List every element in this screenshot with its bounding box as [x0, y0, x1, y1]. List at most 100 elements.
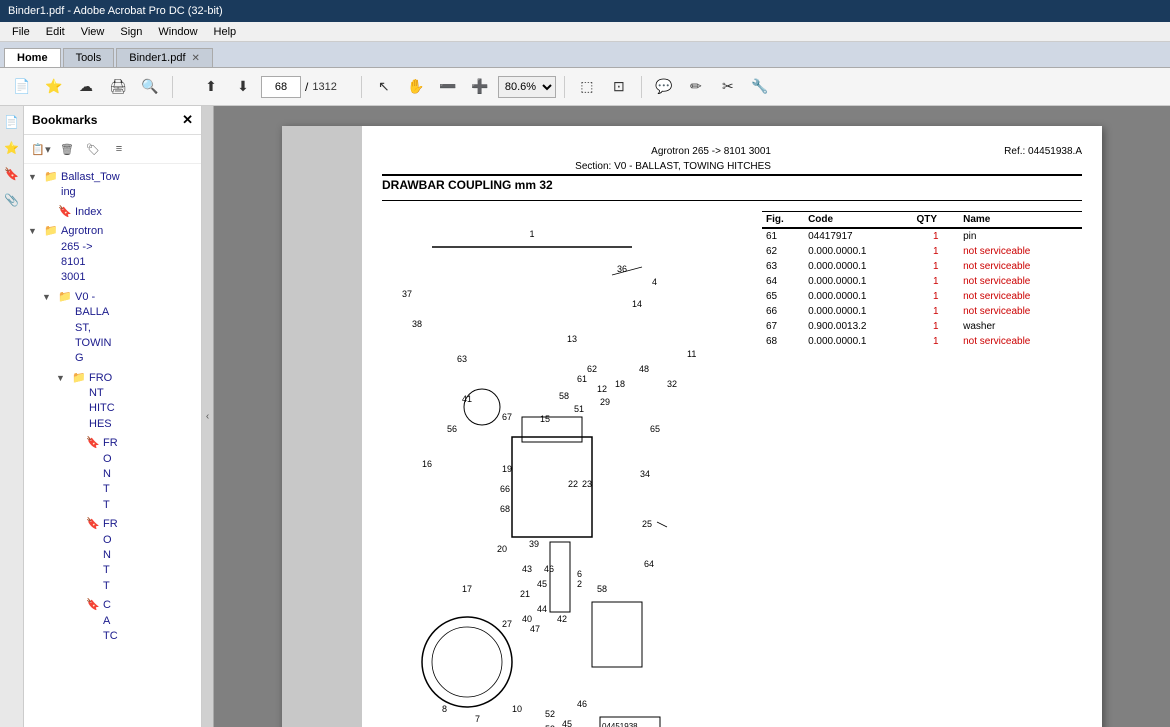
fit-page-button[interactable]: ⊡	[605, 74, 633, 100]
svg-text:20: 20	[497, 544, 507, 554]
folder-icon-agrotron: 📁	[44, 224, 58, 239]
panel-icon-4[interactable]: 📎	[2, 190, 22, 210]
bookmark-icon-front2: 🔖	[86, 517, 100, 532]
cell-qty: 1	[912, 289, 959, 304]
cell-code: 0.000.0000.1	[804, 274, 912, 289]
svg-text:47: 47	[530, 624, 540, 634]
pdf-header-title: Agrotron 265 -> 8101 3001	[575, 146, 771, 157]
svg-text:29: 29	[600, 397, 610, 407]
cell-fig: 66	[762, 304, 804, 319]
bookmark-label-catc: CATC	[103, 598, 118, 644]
bookmark-button[interactable]: ⭐	[40, 74, 68, 100]
svg-text:19: 19	[502, 464, 512, 474]
menu-edit[interactable]: Edit	[38, 24, 73, 40]
sidebar-close-icon[interactable]: ✕	[182, 112, 193, 128]
action-button[interactable]: 🔧	[746, 74, 774, 100]
cell-code: 0.000.0000.1	[804, 244, 912, 259]
cell-qty: 1	[912, 334, 959, 349]
bookmark-label-index: Index	[75, 205, 102, 220]
bookmark-item-catc[interactable]: ▶ 🔖 CATC	[24, 596, 201, 646]
tab-document[interactable]: Binder1.pdf ✕	[116, 48, 213, 67]
zoom-in-button[interactable]: ➕	[466, 74, 494, 100]
svg-text:32: 32	[667, 379, 677, 389]
titlebar: Binder1.pdf - Adobe Acrobat Pro DC (32-b…	[0, 0, 1170, 22]
toggle-icon-front-hitches[interactable]: ▼	[56, 371, 70, 385]
pdf-left-strip	[282, 126, 362, 727]
sidebar-tool-new[interactable]: 📋▾	[30, 139, 52, 159]
tab-close-icon[interactable]: ✕	[192, 53, 200, 64]
sidebar-content: ▼ 📁 Ballast_Towing ▶ 🔖 Index ▼ 📁 Agrotro…	[24, 164, 201, 727]
panel-icon-3[interactable]: 🔖	[2, 164, 22, 184]
cell-name: not serviceable	[959, 274, 1082, 289]
cell-fig: 63	[762, 259, 804, 274]
upload-button[interactable]: ☁	[72, 74, 100, 100]
sidebar-tool-tag[interactable]: 🏷	[82, 139, 104, 159]
comment-button[interactable]: 💬	[650, 74, 678, 100]
pdf-drawing: 1 37 36 4 38 14	[382, 207, 752, 727]
folder-icon-ballast: 📁	[44, 170, 58, 185]
bookmark-item-front2[interactable]: ▶ 🔖 FRONTT	[24, 515, 201, 596]
page-number-input[interactable]	[261, 76, 301, 98]
table-row: 65 0.000.0000.1 1 not serviceable	[762, 289, 1082, 304]
prev-page-button[interactable]: ⬆	[197, 74, 225, 100]
svg-text:65: 65	[650, 424, 660, 434]
tabbar: Home Tools Binder1.pdf ✕	[0, 42, 1170, 68]
redact-button[interactable]: ✂	[714, 74, 742, 100]
hand-tool[interactable]: ✋	[402, 74, 430, 100]
bookmark-label-front1: FRONTT	[103, 436, 118, 513]
bookmark-item-ballast[interactable]: ▼ 📁 Ballast_Towing	[24, 168, 201, 203]
menu-sign[interactable]: Sign	[112, 24, 150, 40]
menu-file[interactable]: File	[4, 24, 38, 40]
new-file-button[interactable]: 📄	[8, 74, 36, 100]
bookmark-item-index[interactable]: ▶ 🔖 Index	[24, 203, 201, 222]
panel-icon-2[interactable]: ⭐	[2, 138, 22, 158]
panel-icon-1[interactable]: 📄	[2, 112, 22, 132]
cell-name: not serviceable	[959, 334, 1082, 349]
cell-name: not serviceable	[959, 244, 1082, 259]
zoom-out-button[interactable]: ➖	[434, 74, 462, 100]
toolbar-separator-2	[361, 76, 362, 98]
pdf-area[interactable]: Agrotron 265 -> 8101 3001 Section: V0 - …	[214, 106, 1170, 727]
svg-text:61: 61	[577, 374, 587, 384]
svg-text:51: 51	[574, 404, 584, 414]
tab-tools[interactable]: Tools	[63, 48, 115, 67]
folder-icon-front-hitches: 📁	[72, 371, 86, 386]
svg-text:37: 37	[402, 289, 412, 299]
pdf-section: Section: V0 - BALLAST, TOWING HITCHES	[575, 161, 771, 172]
search-button[interactable]: 🔍	[136, 74, 164, 100]
toggle-icon-v0[interactable]: ▼	[42, 290, 56, 304]
cell-name: pin	[959, 228, 1082, 244]
svg-text:22: 22	[568, 479, 578, 489]
marquee-zoom-button[interactable]: ⬚	[573, 74, 601, 100]
bookmark-item-front-hitches[interactable]: ▼ 📁 FRONTHITCHES	[24, 369, 201, 435]
svg-text:8: 8	[442, 704, 447, 714]
folder-icon-v0: 📁	[58, 290, 72, 305]
tab-home[interactable]: Home	[4, 48, 61, 67]
cell-qty: 1	[912, 304, 959, 319]
highlight-button[interactable]: ✏	[682, 74, 710, 100]
next-page-button[interactable]: ⬇	[229, 74, 257, 100]
col-fig: Fig.	[762, 212, 804, 229]
bookmark-item-v0[interactable]: ▼ 📁 V0 -BALLAST,TOWING	[24, 288, 201, 369]
cell-name: washer	[959, 319, 1082, 334]
svg-text:43: 43	[522, 564, 532, 574]
toggle-icon-ballast[interactable]: ▼	[28, 170, 42, 184]
pointer-tool[interactable]: ↖	[370, 74, 398, 100]
sidebar-collapse-handle[interactable]: ‹	[202, 106, 214, 727]
svg-text:23: 23	[582, 479, 592, 489]
sidebar-tool-options[interactable]: ≡	[108, 139, 130, 159]
tab-document-label: Binder1.pdf	[129, 52, 185, 64]
svg-text:14: 14	[632, 299, 642, 309]
menu-help[interactable]: Help	[206, 24, 245, 40]
bookmark-item-front1[interactable]: ▶ 🔖 FRONTT	[24, 434, 201, 515]
bookmark-item-agrotron[interactable]: ▼ 📁 Agrotron265 ->81013001	[24, 222, 201, 288]
parts-drawing-svg: 1 37 36 4 38 14	[382, 207, 752, 727]
svg-text:48: 48	[639, 364, 649, 374]
menu-view[interactable]: View	[73, 24, 113, 40]
sidebar-tool-delete[interactable]: 🗑	[56, 139, 78, 159]
bookmark-icon-catc: 🔖	[86, 598, 100, 613]
menu-window[interactable]: Window	[150, 24, 205, 40]
toggle-icon-agrotron[interactable]: ▼	[28, 224, 42, 238]
zoom-select[interactable]: 80.6%	[498, 76, 556, 98]
print-button[interactable]: 🖨	[104, 74, 132, 100]
